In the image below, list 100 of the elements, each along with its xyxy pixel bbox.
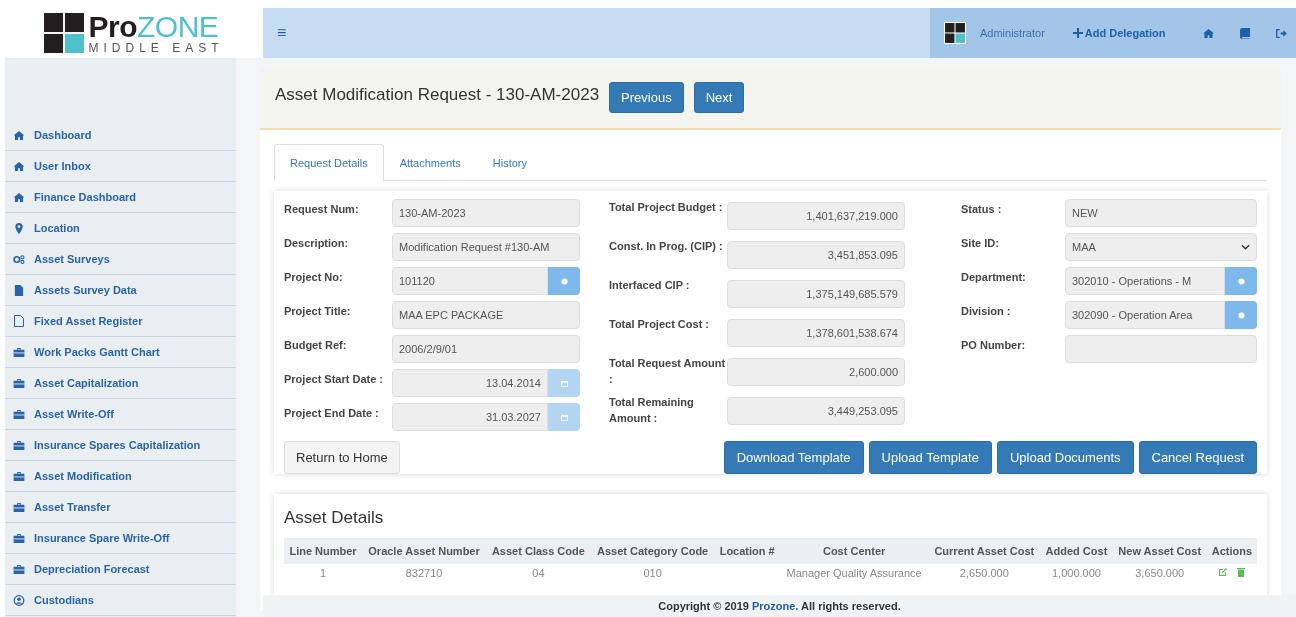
input-field[interactable]: 3,449,253.095 (727, 397, 905, 425)
input-field[interactable]: 130-AM-2023 (392, 199, 580, 227)
input-field[interactable]: 2,600.000 (727, 358, 905, 386)
briefcase-icon (13, 440, 25, 450)
field-label: Description: (284, 236, 350, 249)
chevron-down-icon (1241, 244, 1250, 250)
field-label: Budget Ref: (284, 338, 348, 351)
sidebar-item[interactable]: Asset Transfer (5, 492, 236, 523)
input-field[interactable]: 302090 - Operation Area (1065, 301, 1225, 329)
return-home-button[interactable]: Return to Home (284, 441, 400, 474)
input-field[interactable]: NEW (1065, 199, 1257, 227)
table-cell: Manager Quality Assurance (779, 564, 929, 582)
tab[interactable]: History (476, 144, 544, 181)
field-label: PO Number: (961, 338, 1027, 351)
map-pin-icon (13, 222, 25, 234)
sidebar-item[interactable]: Asset Modification (5, 461, 236, 492)
info-icon (1237, 277, 1245, 285)
sidebar-item[interactable]: Insurance Spares Capitalization (5, 430, 236, 461)
lookup-button[interactable] (1225, 301, 1257, 329)
input-field[interactable]: MAA EPC PACKAGE (392, 301, 580, 329)
action-button[interactable]: Upload Template (868, 441, 992, 474)
copyright-text: Copyright © 2019 Prozone. All rights reserved. (658, 600, 901, 612)
briefcase-icon (13, 533, 25, 543)
sidebar-item[interactable]: Work Packs Gantt Chart (5, 337, 236, 368)
action-button[interactable]: Cancel Request (1138, 441, 1257, 474)
plus-icon (1072, 28, 1083, 38)
column-header: Added Cost (1040, 538, 1113, 564)
input-field[interactable]: 101120 (392, 267, 548, 295)
sidebar-item[interactable]: Asset Capitalization (5, 368, 236, 399)
file-outline-icon (13, 315, 25, 327)
add-delegation-link[interactable]: Add Delegation (1072, 27, 1166, 39)
tab[interactable]: Request Details (274, 144, 384, 181)
input-field[interactable]: 1,378,601,538.674 (727, 319, 905, 347)
sidebar-item[interactable]: Assets Survey Data (5, 275, 236, 306)
column-header: Current Asset Cost (928, 538, 1041, 564)
input-field[interactable]: 1,375,149,685.579 (727, 280, 905, 308)
sidebar-item[interactable]: User Inbox (5, 151, 236, 182)
table-cell: 3,650.000 (1112, 564, 1207, 582)
lookup-button[interactable] (1225, 267, 1257, 295)
input-field[interactable]: 13.04.2014 (392, 369, 548, 397)
column-header: Asset Category Code (590, 538, 715, 564)
column-header: New Asset Cost (1112, 538, 1207, 564)
briefcase-icon (13, 564, 25, 574)
input-field[interactable]: 302010 - Operations - M (1065, 267, 1225, 295)
field-label: Total Remaining Amount : (609, 395, 695, 426)
field-label: Const. In Prog. (CIP) : (609, 239, 724, 254)
user-link[interactable]: Administrator (980, 27, 1045, 39)
input-field[interactable]: 3,451,853.095 (727, 241, 905, 269)
input-field[interactable]: 31.03.2027 (392, 403, 548, 431)
file-icon (13, 284, 25, 296)
input-field[interactable] (1065, 335, 1257, 363)
input-field[interactable]: Modification Request #130-AM (392, 233, 580, 261)
field-label: Request Num: (284, 202, 360, 215)
select-field[interactable]: MAA (1065, 233, 1257, 261)
sidebar-item[interactable]: Custodians (5, 585, 236, 616)
trash-icon[interactable] (1237, 567, 1246, 577)
sidebar-item[interactable]: Finance Dashboard (5, 182, 236, 213)
logo-squares-icon (44, 13, 85, 53)
sidebar-item[interactable]: Asset Surveys (5, 244, 236, 275)
table-cell: 1,000.000 (1040, 564, 1113, 582)
input-field[interactable]: 1,401,637,219.000 (727, 202, 905, 230)
sidebar-item[interactable]: Insurance Spare Write-Off (5, 523, 236, 554)
table-cell: 832710 (362, 564, 487, 582)
section-title: Asset Details (284, 508, 385, 528)
field-label: Total Project Cost : (609, 317, 711, 332)
sidebar-item[interactable]: Depreciation Forecast (5, 554, 236, 585)
edit-icon[interactable] (1218, 567, 1229, 577)
briefcase-icon (13, 502, 25, 512)
lookup-button[interactable] (548, 267, 580, 295)
input-field[interactable]: 2006/2/9/01 (392, 335, 580, 363)
avatar-icon (944, 22, 966, 44)
field-label: Site ID: (961, 236, 1000, 249)
menu-button[interactable]: ≡ (263, 8, 301, 58)
action-button[interactable]: Upload Documents (996, 441, 1134, 474)
calendar-icon (560, 413, 568, 421)
action-button[interactable]: Download Template (723, 441, 864, 474)
field-label: Project Title: (284, 304, 352, 317)
calendar-button[interactable] (548, 369, 580, 397)
sign-out-icon[interactable] (1276, 28, 1288, 38)
previous-button[interactable]: Previous (609, 82, 684, 113)
sidebar-item[interactable]: Dashboard (5, 120, 236, 151)
calendar-icon (560, 379, 568, 387)
column-header: Asset Class Code (486, 538, 591, 564)
field-label: Total Project Budget : (609, 200, 724, 215)
field-label: Interfaced CIP : (609, 278, 691, 293)
tab[interactable]: Attachments (383, 144, 477, 181)
page-title: Asset Modification Request - 130-AM-2023 (275, 85, 600, 105)
home-icon (13, 192, 25, 202)
home-icon[interactable] (1203, 28, 1215, 38)
info-icon (560, 277, 568, 285)
field-label: Status : (961, 202, 1003, 215)
next-button[interactable]: Next (693, 82, 745, 113)
column-header: Line Number (284, 538, 363, 564)
prozone-link[interactable]: Prozone. (751, 600, 799, 612)
column-header: Oracle Asset Number (362, 538, 487, 564)
book-icon[interactable] (1240, 27, 1251, 39)
briefcase-icon (13, 378, 25, 388)
sidebar-item[interactable]: Asset Write-Off (5, 399, 236, 430)
briefcase-icon (13, 471, 25, 481)
calendar-button[interactable] (548, 403, 580, 431)
